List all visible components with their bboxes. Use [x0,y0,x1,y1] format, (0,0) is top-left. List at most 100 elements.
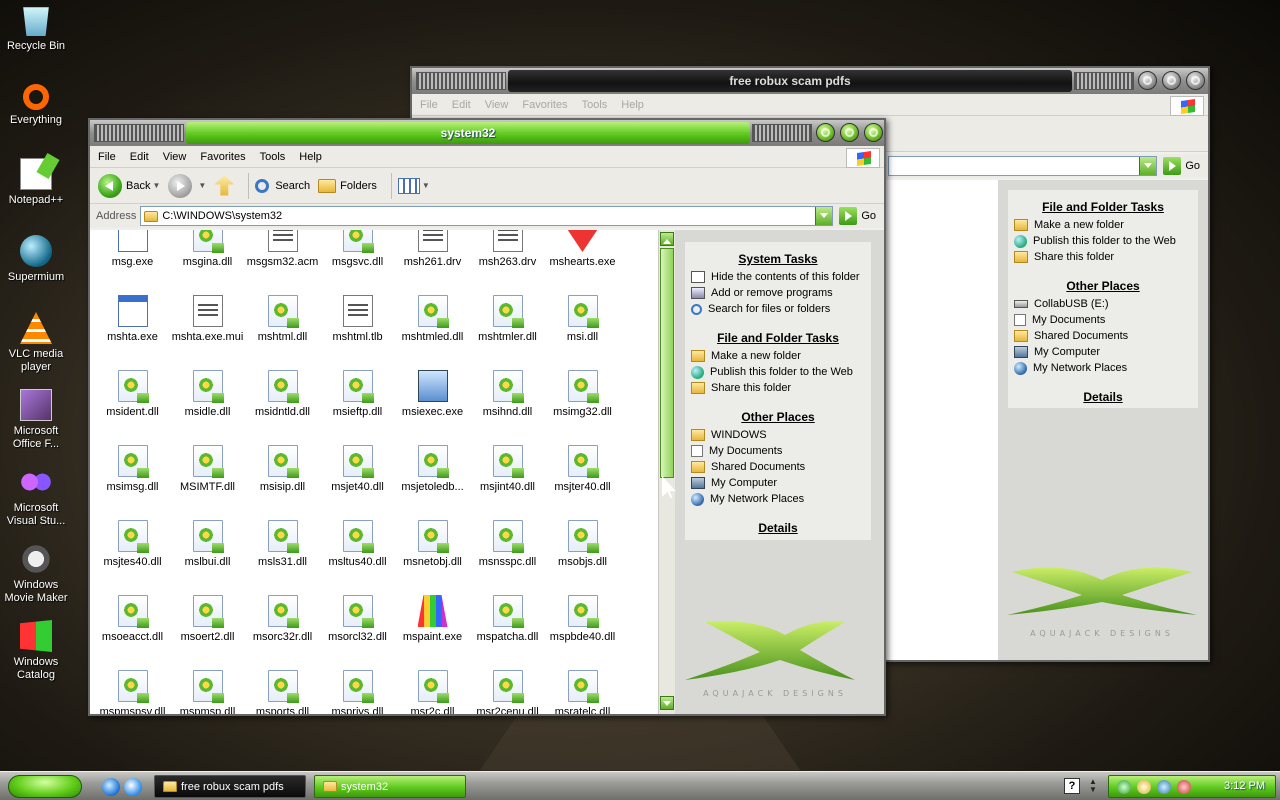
menu-help[interactable]: Help [621,99,644,111]
place-link-my-computer[interactable]: My Computer [691,475,865,491]
address-dropdown-icon[interactable] [1139,157,1157,175]
help-icon[interactable]: ? [1064,778,1080,794]
file-item[interactable]: msisip.dll [245,445,320,494]
scroll-thumb[interactable] [660,248,674,478]
file-item[interactable]: msieftp.dll [320,370,395,419]
file-item[interactable]: msident.dll [95,370,170,419]
menu-view[interactable]: View [485,99,509,111]
address-field[interactable]: C:\WINDOWS\system32 [140,206,834,226]
file-item[interactable]: msr2cenu.dll [470,670,545,714]
file-item[interactable]: msgsvc.dll [320,230,395,269]
task-link-share[interactable]: Share this folder [1014,249,1192,265]
menu-favorites[interactable]: Favorites [522,99,567,111]
file-item[interactable]: msorcl32.dll [320,595,395,644]
folders-button[interactable]: Folders [318,178,377,193]
internet-explorer-icon[interactable] [102,778,120,796]
window-system32[interactable]: system32 File Edit View Favorites Tools … [88,118,886,716]
views-dropdown-icon[interactable]: ▼ [422,181,430,190]
browser-quicklaunch-icon[interactable] [124,778,142,796]
search-button[interactable]: Search [255,178,310,193]
file-item[interactable]: msprivs.dll [320,670,395,714]
desktop-icon[interactable]: Recycle Bin [0,4,72,53]
file-item[interactable]: msoeacct.dll [95,595,170,644]
file-item[interactable]: msjint40.dll [470,445,545,494]
file-item[interactable]: msh263.drv [470,230,545,269]
task-heading[interactable]: File and Folder Tasks [691,331,865,345]
file-item[interactable]: msltus40.dll [320,520,395,569]
file-item[interactable]: mshta.exe [95,295,170,344]
file-item[interactable]: mshtmler.dll [470,295,545,344]
task-heading[interactable]: File and Folder Tasks [1014,200,1192,214]
desktop-icon[interactable]: Microsoft Office F... [0,389,72,451]
place-link-my-computer[interactable]: My Computer [1014,344,1192,360]
taskbar-button-system32[interactable]: system32 [314,775,466,798]
file-item[interactable]: msgina.dll [170,230,245,269]
start-button[interactable] [8,775,82,798]
file-item[interactable]: msobjs.dll [545,520,620,569]
scroll-down-button[interactable] [660,696,674,710]
file-item[interactable]: msjet40.dll [320,445,395,494]
details-heading[interactable]: Details [1014,390,1192,404]
file-item[interactable]: msorc32r.dll [245,595,320,644]
go-button[interactable]: Go [839,207,876,225]
file-item[interactable]: mshtml.dll [245,295,320,344]
file-item[interactable]: msidle.dll [170,370,245,419]
file-item[interactable]: msgsm32.acm [245,230,320,269]
file-item[interactable]: msg.exe [95,230,170,269]
task-link-publish[interactable]: Publish this folder to the Web [691,364,865,380]
file-item[interactable]: msidntld.dll [245,370,320,419]
menu-view[interactable]: View [163,151,187,163]
details-heading[interactable]: Details [691,521,865,535]
address-dropdown-icon[interactable] [815,207,833,225]
up-folder-button[interactable] [214,175,235,196]
file-item[interactable]: mslbui.dll [170,520,245,569]
forward-button[interactable]: ▼ [168,173,206,198]
go-button[interactable]: Go [1163,157,1200,175]
network-tray-icon[interactable] [1117,780,1131,794]
task-link-search-files[interactable]: Search for files or folders [691,301,865,317]
address-field[interactable] [888,156,1158,176]
file-item[interactable]: msiexec.exe [395,370,470,419]
back-dropdown-icon[interactable]: ▼ [152,181,160,190]
file-item[interactable]: msnsspc.dll [470,520,545,569]
place-link-collabusb[interactable]: CollabUSB (E:) [1014,296,1192,312]
search-tray-icon[interactable] [1177,780,1191,794]
file-item[interactable]: mspatcha.dll [470,595,545,644]
desktop-icon[interactable]: Windows Catalog [0,620,72,682]
task-link-new-folder[interactable]: Make a new folder [691,348,865,364]
place-link-windows[interactable]: WINDOWS [691,427,865,443]
file-item[interactable]: MSIMTF.dll [170,445,245,494]
task-link-add-remove[interactable]: Add or remove programs [691,285,865,301]
place-link-network[interactable]: My Network Places [691,491,865,507]
file-item[interactable]: mspaint.exe [395,595,470,644]
task-link-new-folder[interactable]: Make a new folder [1014,217,1192,233]
titlebar[interactable]: free robux scam pdfs [412,68,1208,94]
place-link-shared-documents[interactable]: Shared Documents [691,459,865,475]
task-link-hide-contents[interactable]: Hide the contents of this folder [691,269,865,285]
close-button[interactable] [864,123,883,142]
file-item[interactable]: msnetobj.dll [395,520,470,569]
security-shield-icon[interactable] [1137,780,1151,794]
minimize-button[interactable] [1138,71,1157,90]
desktop-icon[interactable]: Everything [0,81,72,127]
place-link-my-documents[interactable]: My Documents [691,443,865,459]
file-item[interactable]: msjter40.dll [545,445,620,494]
file-item[interactable]: msi.dll [545,295,620,344]
desktop-icon[interactable]: Supermium [0,235,72,284]
file-item[interactable]: msr2c.dll [395,670,470,714]
taskbar-button-free-robux[interactable]: free robux scam pdfs [154,775,306,798]
tray-expand-icon[interactable]: ▲ ▼ [1088,778,1098,794]
place-link-network[interactable]: My Network Places [1014,360,1192,376]
file-item[interactable]: msimsg.dll [95,445,170,494]
file-list[interactable]: msg.exe msgina.dll msgsm32.acm msgsvc.dll ms… [90,230,658,714]
file-item[interactable]: msjetoledb... [395,445,470,494]
forward-dropdown-icon[interactable]: ▼ [198,181,206,190]
file-item[interactable]: mshtml.tlb [320,295,395,344]
file-item[interactable]: mspmsp.dll [170,670,245,714]
file-item[interactable]: msoert2.dll [170,595,245,644]
desktop-icon[interactable]: Notepad++ [0,158,72,207]
menu-tools[interactable]: Tools [260,151,286,163]
place-link-shared-documents[interactable]: Shared Documents [1014,328,1192,344]
task-link-share[interactable]: Share this folder [691,380,865,396]
titlebar[interactable]: system32 [90,120,884,146]
